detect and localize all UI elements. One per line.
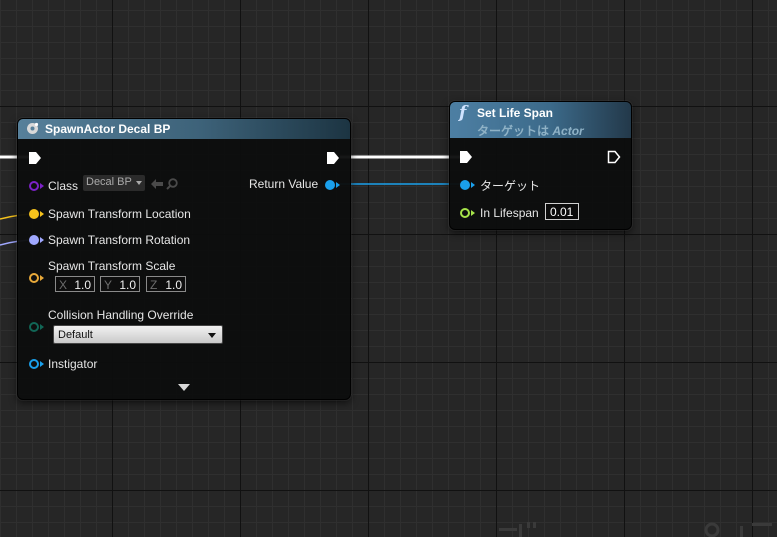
scale-y-label: Y <box>104 278 113 292</box>
scale-y-field[interactable]: Y 1.0 <box>100 276 140 292</box>
set-life-span-header[interactable]: f Set Life Span ターゲットは Actor <box>450 102 631 138</box>
lifespan-value: 0.01 <box>550 205 574 219</box>
location-pin-icon[interactable] <box>29 209 39 219</box>
subtitle-target: Actor <box>552 124 584 138</box>
scale-pin-arrow-icon <box>40 275 44 281</box>
lifespan-exec-in-pin-icon[interactable] <box>459 150 473 164</box>
spawn-actor-node[interactable]: SpawnActor Decal BP Class Decal BP Retur… <box>17 118 351 400</box>
scale-z-field[interactable]: Z 1.0 <box>146 276 186 292</box>
instigator-pin-label: Instigator <box>48 357 98 371</box>
lifespan-exec-out-pin-icon[interactable] <box>607 150 621 164</box>
browse-search-icon[interactable] <box>166 178 178 190</box>
chevron-down-icon <box>208 333 216 338</box>
return-value-pin-icon[interactable] <box>325 180 335 190</box>
subtitle-prefix: ターゲットは <box>477 124 550 138</box>
lifespan-value-field[interactable]: 0.01 <box>545 203 579 220</box>
scale-pin-label: Spawn Transform Scale <box>48 259 176 273</box>
target-pin-arrow-icon <box>471 182 475 188</box>
spawn-gear-icon <box>27 122 39 134</box>
set-life-span-subtitle: ターゲットは Actor <box>477 122 584 139</box>
watermark-fragment-left <box>499 522 536 537</box>
class-pin-arrow-icon <box>40 183 44 189</box>
scale-x-field[interactable]: X 1.0 <box>55 276 95 292</box>
chevron-down-icon <box>136 181 142 185</box>
spawn-actor-title: SpawnActor Decal BP <box>45 122 171 136</box>
rotation-pin-arrow-icon <box>40 237 44 243</box>
rotation-pin-icon[interactable] <box>29 235 39 245</box>
class-pin-label: Class <box>48 179 79 193</box>
scale-z-value: 1.0 <box>165 278 182 292</box>
scale-x-value: 1.0 <box>74 278 91 292</box>
location-pin-arrow-icon <box>40 211 44 217</box>
scale-y-value: 1.0 <box>119 278 136 292</box>
scale-x-label: X <box>59 278 68 292</box>
set-life-span-node[interactable]: f Set Life Span ターゲットは Actor ターゲット In Li… <box>449 101 632 230</box>
exec-in-pin-icon[interactable] <box>28 151 42 165</box>
scale-pin-icon[interactable] <box>29 273 39 283</box>
return-value-arrow-icon <box>336 182 340 188</box>
target-pin-icon[interactable] <box>460 180 470 190</box>
collision-pin-label: Collision Handling Override <box>48 308 194 322</box>
instigator-pin-icon[interactable] <box>29 359 39 369</box>
scale-z-label: Z <box>150 278 158 292</box>
expand-advanced-icon[interactable] <box>178 384 190 391</box>
collision-pin-arrow-icon <box>40 324 44 330</box>
class-select-value: Decal BP <box>86 176 132 188</box>
target-pin-label: ターゲット <box>480 179 541 193</box>
watermark-fragment-right <box>704 522 772 537</box>
set-life-span-title: Set Life Span <box>477 106 554 120</box>
spawn-actor-header[interactable]: SpawnActor Decal BP <box>18 119 350 139</box>
function-icon: f <box>459 103 467 123</box>
collision-dropdown[interactable]: Default <box>53 325 223 344</box>
collision-dropdown-value: Default <box>58 329 93 341</box>
class-pin-icon[interactable] <box>29 181 39 191</box>
location-pin-label: Spawn Transform Location <box>48 207 191 221</box>
instigator-pin-arrow-icon <box>40 361 44 367</box>
collision-pin-icon[interactable] <box>29 322 39 332</box>
use-selected-arrow-icon[interactable] <box>151 179 163 189</box>
lifespan-pin-icon[interactable] <box>460 208 470 218</box>
class-select[interactable]: Decal BP <box>83 175 145 191</box>
exec-out-pin-icon[interactable] <box>326 151 340 165</box>
rotation-pin-label: Spawn Transform Rotation <box>48 233 191 247</box>
lifespan-pin-label: In Lifespan <box>480 206 539 220</box>
return-value-label: Return Value <box>249 177 319 191</box>
lifespan-pin-arrow-icon <box>471 210 475 216</box>
